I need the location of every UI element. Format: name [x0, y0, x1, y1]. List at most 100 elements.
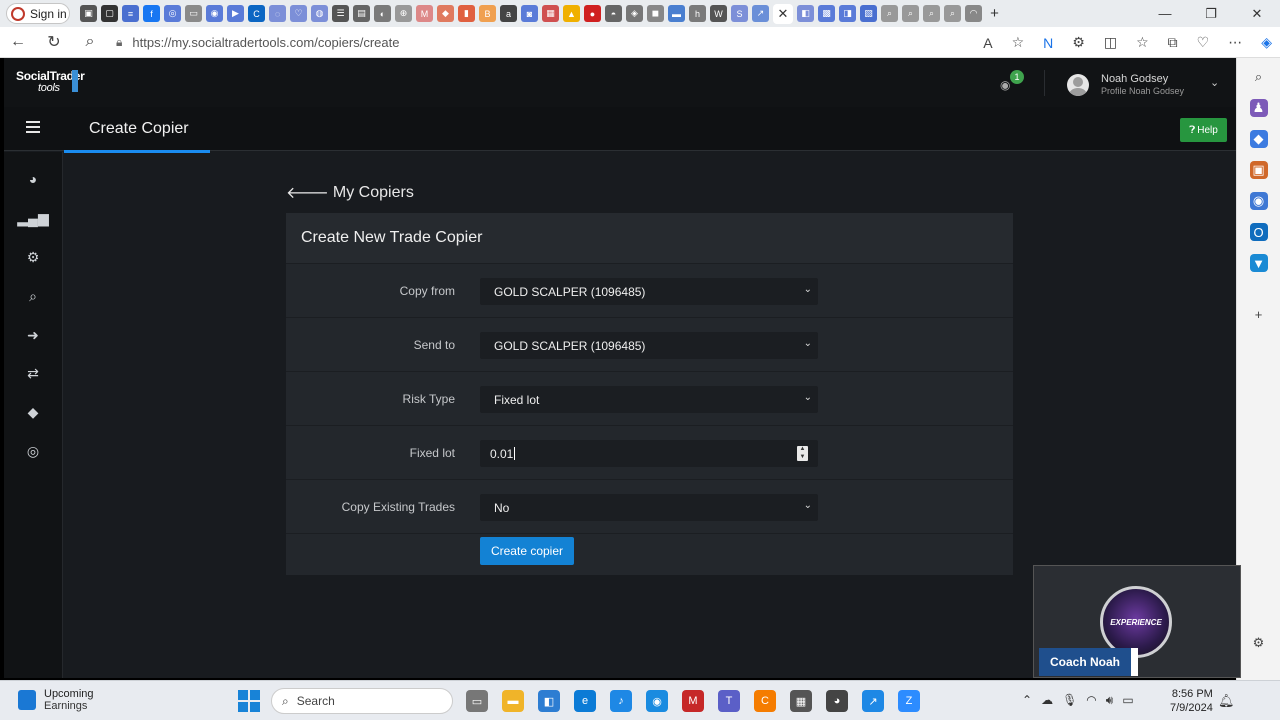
favorites-icon[interactable]: ☆ — [1136, 34, 1149, 51]
signal-bars-icon[interactable]: ▂▄▆ — [17, 209, 48, 227]
tab-favicon[interactable]: ▣ — [80, 5, 97, 22]
search-icon[interactable]: ⌕ — [24, 287, 42, 305]
store-icon[interactable]: ◧ — [538, 690, 560, 712]
copilot-icon[interactable]: ◈ — [1261, 34, 1272, 51]
favorite-star-icon[interactable]: ☆ — [1012, 34, 1025, 51]
tab-favicon[interactable]: ◉ — [206, 5, 223, 22]
app-icon[interactable]: C — [754, 690, 776, 712]
tab-favicon[interactable]: ⌕ — [923, 5, 940, 22]
tab-favicon[interactable]: ◙ — [521, 5, 538, 22]
tab-favicon[interactable]: ▲ — [563, 5, 580, 22]
clock[interactable]: 8:56 PM 7/9/2024 — [1170, 687, 1213, 715]
url-field[interactable]: 🔒︎ https://my.socialtradertools.com/copi… — [116, 29, 896, 56]
facebook-icon[interactable]: f — [143, 5, 160, 22]
number-stepper[interactable]: ▲ ▼ — [797, 446, 808, 461]
zoom-icon[interactable]: Z — [898, 690, 920, 712]
sidebar-app-icon[interactable]: ▣ — [1249, 161, 1268, 179]
tab-favicon[interactable]: ● — [584, 5, 601, 22]
amazon-icon[interactable]: a — [500, 5, 517, 22]
battery-icon[interactable]: ▭ — [1122, 693, 1133, 708]
close-icon[interactable]: ✕ — [778, 6, 789, 22]
stepper-down-icon[interactable]: ▼ — [800, 454, 806, 461]
tab-favicon[interactable]: ♡ — [290, 5, 307, 22]
tab-favicon[interactable]: ◐ — [374, 5, 391, 22]
sign-in-button[interactable]: Sign in — [6, 3, 70, 24]
tab-favicon[interactable]: ⊕ — [395, 5, 412, 22]
tab-favicon[interactable]: ▩ — [818, 5, 835, 22]
mcafee-icon[interactable]: M — [682, 690, 704, 712]
outlook-icon[interactable]: O — [1249, 223, 1268, 241]
volume-icon[interactable]: 🔊︎ — [1106, 693, 1114, 708]
create-copier-button[interactable]: Create copier — [480, 537, 574, 565]
tab-favicon[interactable]: ◈ — [626, 5, 643, 22]
search-icon[interactable]: ⌕ — [72, 33, 108, 51]
tab-favicon[interactable]: ◓ — [605, 5, 622, 22]
risk-type-select[interactable]: Fixed lot ⌄ — [480, 386, 818, 413]
extension-icon[interactable]: N — [1043, 35, 1053, 51]
tab-favicon[interactable]: W — [710, 5, 727, 22]
exchange-icon[interactable]: ⇄ — [24, 364, 42, 382]
back-arrow-icon[interactable]: ← — [0, 33, 36, 51]
search-icon[interactable]: ⌕ — [1250, 68, 1268, 86]
tab-favicon[interactable]: ◌ — [269, 5, 286, 22]
tab-favicon[interactable]: ▶ — [227, 5, 244, 22]
tab-favicon[interactable]: C — [248, 5, 265, 22]
close-window-icon[interactable]: ✕ — [1234, 0, 1280, 27]
chevron-down-icon[interactable]: ⌄ — [1210, 76, 1219, 89]
start-button[interactable] — [238, 690, 260, 712]
new-tab-icon[interactable]: + — [986, 5, 1003, 22]
send-to-select[interactable]: GOLD SCALPER (1096485) ⌄ — [480, 332, 818, 359]
tab-favicon[interactable]: ≡ — [122, 5, 139, 22]
tab-favicon[interactable]: ▤ — [353, 5, 370, 22]
tab-favicon[interactable]: ◼ — [647, 5, 664, 22]
tab-favicon[interactable]: ◎ — [164, 5, 181, 22]
tab-favicon[interactable]: ⌕ — [902, 5, 919, 22]
app-icon[interactable]: ♪ — [610, 690, 632, 712]
tab-favicon[interactable]: ↗ — [752, 5, 769, 22]
tab-favicon[interactable]: ▧ — [860, 5, 877, 22]
more-icon[interactable]: ⋯ — [1228, 34, 1242, 51]
user-name[interactable]: Noah Godsey — [1101, 73, 1168, 85]
back-to-my-copiers-link[interactable]: 🡐 My Copiers — [286, 182, 414, 203]
onedrive-icon[interactable]: ☁ — [1041, 693, 1053, 708]
notification-bell-icon[interactable]: 🔔︎ — [1218, 693, 1235, 709]
sidebar-app-icon[interactable]: ◉ — [1249, 192, 1268, 210]
tab-favicon[interactable]: ⌕ — [881, 5, 898, 22]
edge-icon[interactable]: e — [574, 690, 596, 712]
refresh-icon[interactable]: ↻ — [36, 32, 72, 52]
tab-favicon[interactable]: ▬ — [668, 5, 685, 22]
sidebar-app-icon[interactable]: ▼ — [1249, 254, 1268, 272]
taskbar-search[interactable]: ⌕ Search — [271, 688, 453, 714]
tag-icon[interactable]: ◆ — [24, 403, 42, 421]
calculator-icon[interactable]: ▦ — [790, 690, 812, 712]
browser-essentials-icon[interactable]: ♡ — [1197, 34, 1210, 51]
tab-favicon[interactable]: M — [416, 5, 433, 22]
copy-from-select[interactable]: GOLD SCALPER (1096485) ⌄ — [480, 278, 818, 305]
microphone-icon[interactable]: 🎙︎ — [1062, 693, 1077, 708]
fixed-lot-input[interactable]: 0.01 ▲ ▼ — [480, 440, 818, 467]
logo[interactable]: SocialTrader tools — [16, 70, 85, 94]
settings-icon[interactable]: ⚙ — [1250, 634, 1268, 652]
tab-favicon[interactable]: h — [689, 5, 706, 22]
widgets-button[interactable]: Upcoming Earnings — [18, 688, 94, 712]
cogs-icon[interactable]: ⚙ — [24, 248, 42, 266]
wifi-icon[interactable]: ◠ — [1086, 693, 1096, 708]
arrow-right-icon[interactable]: ➜ — [24, 326, 42, 344]
teams-icon[interactable]: T — [718, 690, 740, 712]
tab-favicon[interactable]: ◨ — [839, 5, 856, 22]
maximize-icon[interactable]: ❐ — [1188, 0, 1234, 27]
hamburger-menu-icon[interactable] — [26, 121, 40, 133]
app-icon[interactable]: ↗ — [862, 690, 884, 712]
read-aloud-icon[interactable]: A — [983, 35, 992, 51]
tab-favicon[interactable]: ◆ — [437, 5, 454, 22]
tab-favicon[interactable]: ▮ — [458, 5, 475, 22]
minimize-icon[interactable]: — — [1142, 0, 1188, 27]
sidebar-app-icon[interactable]: ◆ — [1249, 130, 1268, 148]
tab-favicon[interactable]: ◧ — [797, 5, 814, 22]
collections-icon[interactable]: ⧉ — [1168, 34, 1178, 51]
support-icon[interactable]: ◎ — [24, 442, 42, 460]
task-view-icon[interactable]: ▭ — [466, 690, 488, 712]
dashboard-notification-icon[interactable]: ◉ 1 — [1000, 70, 1024, 92]
chrome-icon[interactable]: ◉ — [646, 690, 668, 712]
tab-favicon[interactable]: B — [479, 5, 496, 22]
